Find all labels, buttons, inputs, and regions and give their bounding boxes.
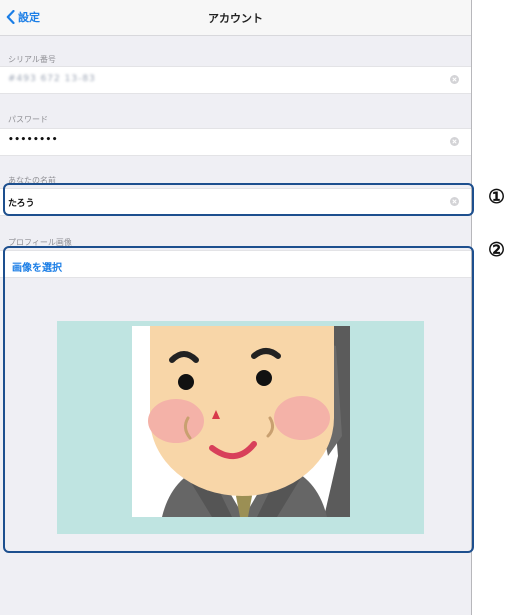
serial-number-cell[interactable]: #493 672 13-83	[0, 66, 471, 94]
callout-name-field	[3, 183, 474, 216]
callout-marker-2: ②	[488, 239, 506, 261]
password-label: パスワード	[8, 115, 48, 124]
serial-number-label: シリアル番号	[8, 55, 56, 64]
clear-icon[interactable]	[450, 137, 459, 146]
callout-image-section	[3, 246, 474, 553]
serial-number-value: #493 672 13-83	[8, 74, 96, 84]
callout-marker-1: ①	[488, 186, 506, 208]
password-value: ••••••••	[8, 135, 59, 145]
page-title: アカウント	[208, 12, 263, 25]
navigation-bar: 設定 アカウント	[0, 0, 471, 36]
password-field[interactable]: ••••••••	[0, 128, 471, 156]
clear-icon[interactable]	[450, 75, 459, 84]
